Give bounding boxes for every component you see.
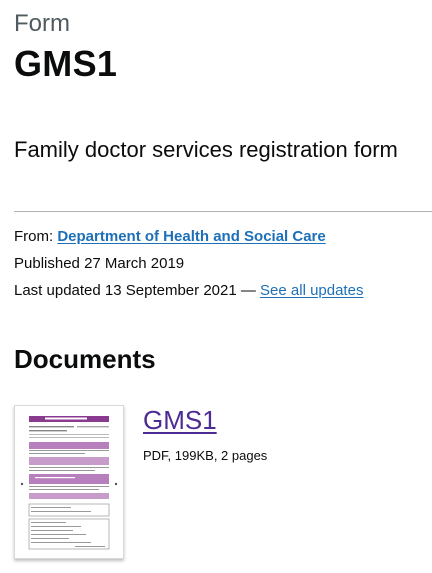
page-title: GMS1 bbox=[14, 43, 118, 84]
metadata-from: From: Department of Health and Social Ca… bbox=[14, 227, 326, 247]
document-details: PDF, 199KB, 2 pages bbox=[143, 448, 268, 463]
published-date: 27 March 2019 bbox=[84, 255, 185, 272]
document-title-link[interactable]: GMS1 bbox=[143, 404, 217, 436]
updated-label: Last updated bbox=[14, 282, 101, 299]
see-all-updates-link[interactable]: See all updates bbox=[260, 282, 363, 299]
page-caption: Form bbox=[14, 10, 70, 37]
pdf-page-preview bbox=[20, 416, 118, 550]
page: Form GMS1 Family doctor services registr… bbox=[0, 0, 432, 573]
metadata-published: Published 27 March 2019 bbox=[14, 254, 184, 274]
published-label: Published bbox=[14, 255, 80, 272]
page-lede: Family doctor services registration form bbox=[14, 137, 398, 162]
documents-heading: Documents bbox=[14, 344, 156, 374]
organisation-link[interactable]: Department of Health and Social Care bbox=[57, 228, 325, 245]
updated-separator: — bbox=[240, 282, 256, 299]
pdf-thumbnail-icon[interactable] bbox=[14, 405, 124, 559]
from-label: From: bbox=[14, 228, 54, 245]
metadata-updated: Last updated 13 September 2021 — See all… bbox=[14, 281, 363, 301]
updated-date: 13 September 2021 bbox=[104, 282, 237, 299]
divider bbox=[14, 211, 432, 212]
